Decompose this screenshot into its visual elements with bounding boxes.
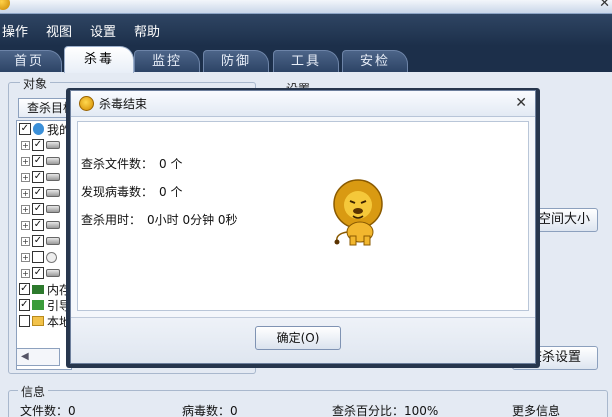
- more-info-link[interactable]: 更多信息: [512, 402, 560, 417]
- expand-icon[interactable]: +: [21, 188, 30, 198]
- dialog-body: 查杀文件数： 0 个 发现病毒数： 0 个 查杀用时： 0小时 0分钟 0秒: [77, 121, 529, 311]
- tree-checkbox[interactable]: ✓: [19, 123, 31, 135]
- tree-row[interactable]: +: [17, 249, 71, 265]
- tree-row[interactable]: + ✓: [17, 153, 71, 169]
- expand-icon[interactable]: +: [21, 252, 30, 262]
- virus-count: 病毒数：0: [182, 404, 238, 417]
- expand-icon[interactable]: +: [21, 140, 30, 150]
- dialog-titlebar: 杀毒结束 ✕: [71, 91, 535, 117]
- menu-settings[interactable]: 设置: [90, 19, 116, 42]
- tree-checkbox[interactable]: ✓: [19, 283, 30, 295]
- tree-checkbox[interactable]: ✓: [32, 219, 44, 231]
- found-viruses-value: 0 个: [159, 185, 183, 199]
- tree-checkbox[interactable]: [19, 315, 30, 327]
- tree-checkbox[interactable]: ✓: [19, 299, 30, 311]
- menubar: 操作 视图 设置 帮助: [0, 14, 612, 46]
- tree-row[interactable]: + ✓: [17, 233, 71, 249]
- drive-icon: [46, 157, 60, 165]
- files-count: 文件数：0: [20, 404, 76, 417]
- expand-icon[interactable]: +: [21, 172, 30, 182]
- window-close-icon[interactable]: ✕: [599, 0, 610, 11]
- tree-checkbox[interactable]: ✓: [32, 171, 44, 183]
- lion-mascot-icon: [333, 179, 383, 246]
- dialog-title: 杀毒结束: [99, 97, 148, 111]
- boot-icon: [31, 300, 44, 310]
- tab-security-check[interactable]: 安检: [342, 50, 408, 72]
- info-row: 文件数：0 病毒数：0 查杀百分比：100% 更多信息: [0, 402, 612, 417]
- tab-bar: 首页 杀毒 监控 防御 工具 安检: [0, 46, 612, 73]
- drive-icon: [46, 237, 60, 245]
- tree-row[interactable]: + ✓: [17, 185, 71, 201]
- tree-row[interactable]: ✓ 引导: [17, 297, 71, 313]
- mail-icon: [31, 316, 44, 326]
- tree-row[interactable]: + ✓: [17, 201, 71, 217]
- menu-operate[interactable]: 操作: [2, 19, 28, 42]
- tree-checkbox[interactable]: ✓: [32, 139, 44, 151]
- drive-icon: [46, 141, 60, 149]
- menu-help[interactable]: 帮助: [134, 19, 160, 42]
- drive-icon: [46, 205, 60, 213]
- dialog-footer: 确定(O): [71, 317, 535, 363]
- scan-time-label: 查杀用时：: [81, 213, 142, 227]
- computer-icon: [32, 123, 44, 135]
- tab-tools[interactable]: 工具: [273, 50, 339, 72]
- tree-checkbox[interactable]: ✓: [32, 235, 44, 247]
- tree-row[interactable]: ✓ 我的: [17, 121, 71, 137]
- drive-icon: [46, 189, 60, 197]
- menu-view[interactable]: 视图: [46, 19, 72, 42]
- tree-row[interactable]: 本地: [17, 313, 71, 329]
- space-size-button[interactable]: 空间大小: [530, 208, 598, 232]
- tree-row[interactable]: + ✓: [17, 137, 71, 153]
- lion-icon: [79, 96, 94, 111]
- tree-checkbox[interactable]: ✓: [32, 155, 44, 167]
- scanned-files-stat: 查杀文件数： 0 个: [81, 155, 182, 172]
- expand-icon[interactable]: +: [21, 220, 30, 230]
- expand-icon[interactable]: +: [21, 268, 30, 278]
- expand-icon[interactable]: +: [21, 236, 30, 246]
- ok-button[interactable]: 确定(O): [255, 326, 341, 350]
- tab-defense[interactable]: 防御: [203, 50, 269, 72]
- expand-icon[interactable]: +: [21, 204, 30, 214]
- tree-row[interactable]: ✓ 内存: [17, 281, 71, 297]
- scan-time-stat: 查杀用时： 0小时 0分钟 0秒: [81, 211, 238, 228]
- tree-checkbox[interactable]: ✓: [32, 203, 44, 215]
- tree-checkbox[interactable]: [32, 251, 44, 263]
- expand-icon[interactable]: +: [21, 156, 30, 166]
- tab-home[interactable]: 首页: [0, 50, 62, 72]
- window-titlebar: ✕: [0, 0, 612, 14]
- tree-checkbox[interactable]: ✓: [32, 267, 44, 279]
- app-lion-icon: [0, 0, 10, 10]
- drive-icon: [46, 173, 60, 181]
- scanned-files-label: 查杀文件数：: [81, 157, 154, 171]
- tree-checkbox[interactable]: ✓: [32, 187, 44, 199]
- scanned-files-value: 0 个: [159, 157, 183, 171]
- found-viruses-stat: 发现病毒数： 0 个: [81, 183, 182, 200]
- scan-percent: 查杀百分比：100%: [332, 404, 439, 417]
- found-viruses-label: 发现病毒数：: [81, 185, 154, 199]
- tab-antivirus[interactable]: 杀毒: [64, 46, 134, 73]
- scan-complete-dialog: 杀毒结束 ✕ 查杀文件数： 0 个 发现病毒数： 0 个 查杀用时： 0小时 0分钟 …: [70, 90, 536, 364]
- scan-target-tree: ✓ 我的 + ✓ + ✓ + ✓ + ✓ + ✓ + ✓ + ✓ + + ✓ ✓ 内存 ✓ 引导…: [16, 120, 72, 370]
- target-group-title: 对象: [20, 75, 51, 92]
- drive-icon: [46, 269, 60, 277]
- memory-icon: [31, 284, 44, 294]
- info-group-title: 信息: [18, 383, 49, 400]
- tree-row[interactable]: + ✓: [17, 169, 71, 185]
- tab-monitor[interactable]: 监控: [134, 50, 200, 72]
- dialog-close-icon[interactable]: ✕: [515, 95, 527, 111]
- scan-time-value: 0小时 0分钟 0秒: [147, 213, 238, 227]
- tree-scroll-left[interactable]: ◀: [16, 348, 60, 366]
- tree-row[interactable]: + ✓: [17, 217, 71, 233]
- tree-row[interactable]: + ✓: [17, 265, 71, 281]
- drive-icon: [46, 221, 60, 229]
- cdrom-icon: [46, 251, 57, 263]
